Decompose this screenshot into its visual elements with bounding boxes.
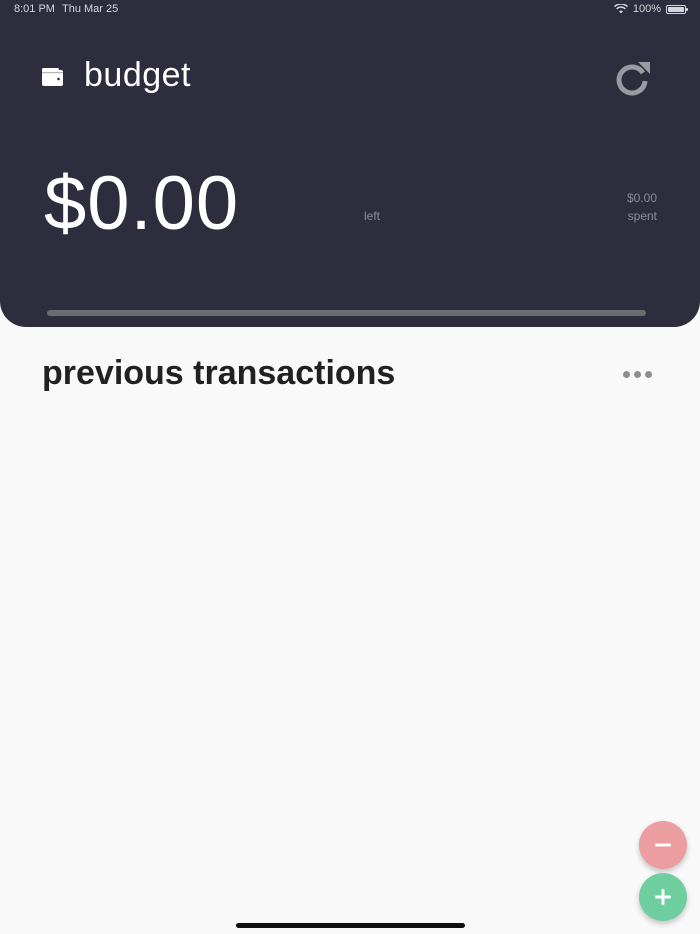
- more-dots-icon[interactable]: [620, 364, 654, 384]
- battery-icon: [666, 4, 688, 14]
- app-title: budget: [84, 56, 191, 94]
- plus-icon: [655, 889, 671, 905]
- minus-icon: [655, 843, 671, 847]
- battery-percent: 100%: [632, 3, 661, 15]
- spent-label: spent: [627, 209, 657, 223]
- refresh-icon[interactable]: [612, 56, 654, 98]
- wallet-icon: [42, 68, 63, 86]
- transactions-title: previous transactions: [42, 354, 396, 392]
- wifi-icon: [613, 4, 628, 14]
- budget-header: 8:01 PM Thu Mar 25 100% budget $0.00 lef…: [0, 0, 700, 327]
- status-time: 8:01 PM: [14, 3, 55, 15]
- dot: [644, 370, 652, 378]
- home-indicator: [236, 923, 465, 928]
- amount-left: $0.00: [44, 161, 240, 246]
- left-label: left: [364, 209, 381, 223]
- subtract-expense-button[interactable]: [639, 821, 687, 869]
- dot: [633, 370, 641, 378]
- dot: [622, 370, 630, 378]
- budget-progress-bar: [47, 310, 646, 316]
- spent-amount: $0.00: [626, 191, 657, 205]
- status-date: Thu Mar 25: [62, 3, 119, 15]
- status-indicators: 100%: [613, 3, 688, 15]
- add-income-button[interactable]: [639, 873, 687, 921]
